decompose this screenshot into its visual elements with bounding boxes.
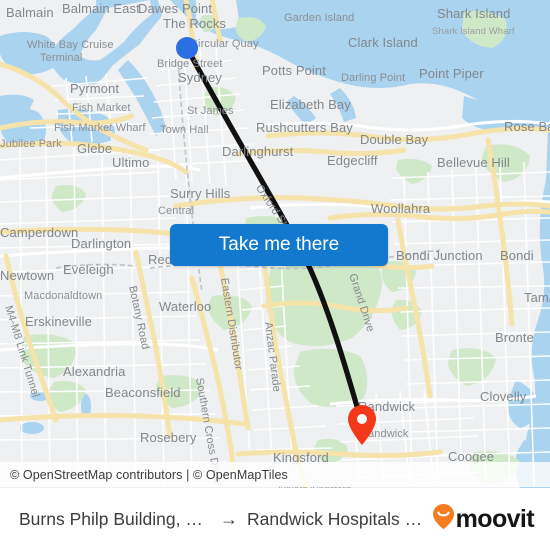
map-canvas[interactable]: Balmain Balmain East Dawes Point Garden Isl… <box>0 0 550 488</box>
destination-marker[interactable] <box>347 404 377 446</box>
moovit-logo[interactable]: moovit <box>432 503 550 535</box>
arrow-right-icon: → <box>220 508 239 529</box>
moovit-wordmark: moovit <box>455 504 535 533</box>
moovit-route-preview: Balmain Balmain East Dawes Point Garden Isl… <box>0 0 550 550</box>
origin-marker[interactable] <box>176 37 198 59</box>
origin-label[interactable]: Burns Philp Building, Bri... <box>19 509 211 530</box>
destination-label[interactable]: Randwick Hospitals Ca... <box>247 509 432 530</box>
attribution-text[interactable]: © OpenStreetMap contributors | © OpenMap… <box>0 468 288 482</box>
moovit-pin-icon <box>432 503 455 535</box>
route-footer: Burns Philp Building, Bri... → Randwick … <box>0 488 550 550</box>
take-me-there-button[interactable]: Take me there <box>170 224 388 266</box>
map-attribution: © OpenStreetMap contributors | © OpenMap… <box>0 462 550 487</box>
route-endpoints: Burns Philp Building, Bri... → Randwick … <box>0 509 432 530</box>
